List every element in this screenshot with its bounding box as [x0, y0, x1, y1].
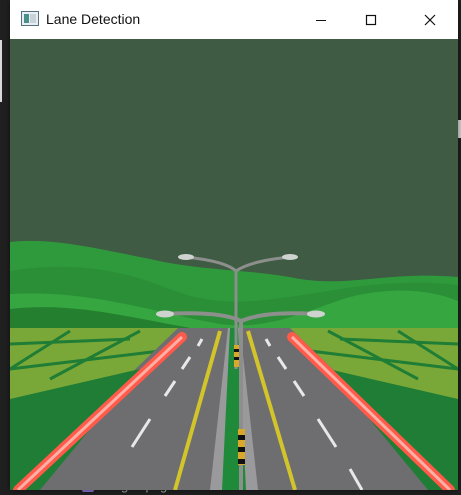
left-scrollbar-mark[interactable]: [0, 40, 2, 102]
close-icon: [424, 14, 436, 25]
minimize-icon: [316, 19, 326, 21]
lamp-post-stripe-far: [234, 345, 239, 367]
lamp-head-right-far: [282, 254, 298, 260]
lamp-head-right-near: [307, 310, 325, 318]
window-title: Lane Detection: [46, 11, 141, 27]
lamp-post-stripes-near-black: [238, 435, 245, 464]
lamp-head-left-near: [156, 310, 174, 318]
close-button[interactable]: [407, 0, 453, 39]
maximize-button[interactable]: [348, 0, 394, 39]
left-editor-strip: [0, 0, 10, 494]
title-bar[interactable]: Lane Detection: [10, 0, 458, 39]
lane-detection-window: Lane Detection: [9, 0, 459, 495]
video-frame: [9, 39, 459, 495]
minimize-button[interactable]: [298, 0, 344, 39]
lamp-head-left-far: [178, 254, 194, 260]
road-scene-image: [9, 39, 459, 495]
app-icon: [21, 11, 39, 26]
maximize-icon: [365, 14, 377, 25]
